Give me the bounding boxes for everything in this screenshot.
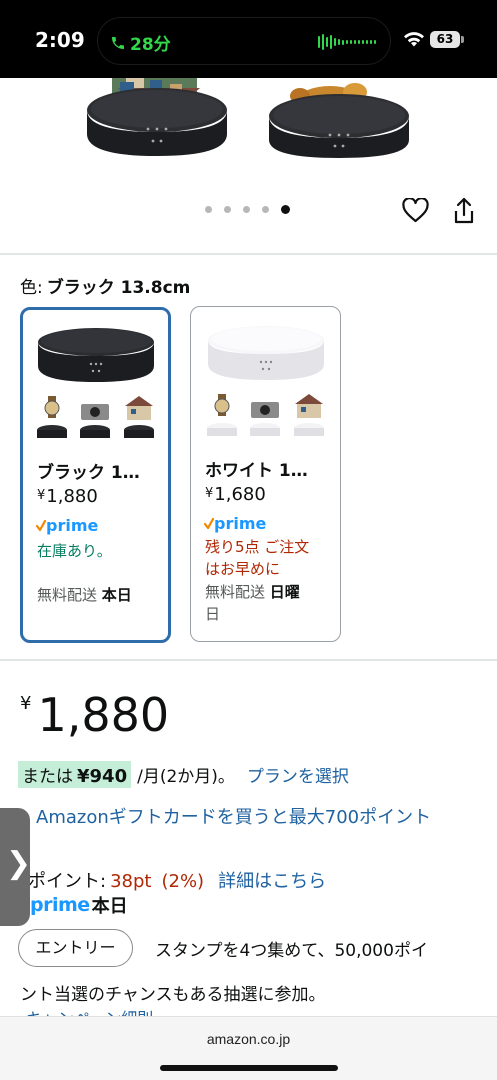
installment-row: または ¥940 /月(2か月)。 プランを選択 <box>18 761 349 788</box>
variant-price-amount: 1,880 <box>46 486 98 507</box>
variant-name: ホワイト 1… <box>205 461 308 481</box>
stock-status-line: 残り5点 ご注文 <box>205 538 310 556</box>
price-symbol: ¥ <box>20 693 32 714</box>
url-display[interactable]: amazon.co.jp <box>0 1031 497 1047</box>
call-duration: 28分 <box>130 35 171 55</box>
status-bar: 2:09 28分 63 <box>0 0 497 78</box>
prime-delivery-day: 本日 <box>91 896 128 917</box>
stock-status-line: はお早めに <box>205 560 281 578</box>
battery-tip <box>461 36 464 43</box>
dynamic-island[interactable]: 28分 <box>97 17 391 65</box>
variant-price-symbol: ¥ <box>37 488 46 503</box>
carousel-dot[interactable] <box>243 206 250 213</box>
installment-term: /月(2か月)。 <box>137 767 235 787</box>
stock-status: 在庫あり。 <box>37 542 112 560</box>
color-selector-label: 色: ブラック 13.8cm <box>20 273 190 298</box>
heart-icon[interactable] <box>402 198 429 223</box>
prime-word: prime <box>214 514 267 533</box>
entry-button[interactable]: エントリー <box>18 929 133 967</box>
points-row: ポイント: 38pt (2%) 詳細はこちら <box>28 867 326 893</box>
points-details-link[interactable]: 詳細はこちら <box>218 871 326 892</box>
shipping-day: 本日 <box>101 586 132 604</box>
select-plan-link[interactable]: プランを選択 <box>247 762 349 787</box>
installment-badge: または ¥940 <box>18 761 132 788</box>
variant-price: ¥1,880 <box>37 486 98 507</box>
carousel-dot[interactable] <box>262 206 269 213</box>
installment-amount: ¥940 <box>77 766 128 787</box>
battery-indicator: 63 <box>430 31 460 48</box>
stock-status: 残り5点 ご注文 はお早めに <box>205 536 309 580</box>
shipping-info: 無料配送 日曜 日 <box>205 581 300 625</box>
divider <box>0 659 497 661</box>
installment-prefix: または <box>22 767 73 787</box>
variant-price-symbol: ¥ <box>205 486 214 501</box>
variant-card-white[interactable]: ホワイト 1… ¥1,680 prime 残り5点 ご注文 はお早めに 無料配送… <box>190 306 341 642</box>
carousel-dot[interactable] <box>224 206 231 213</box>
color-label-prefix: 色: <box>20 278 43 298</box>
stamp-campaign-text-cont: ント当選のチャンスもある抽選に参加。 <box>20 985 326 1005</box>
prime-word: prime <box>30 894 90 916</box>
prime-word: prime <box>46 516 99 535</box>
call-indicator: 28分 <box>110 30 171 55</box>
browser-bottom-bar: amazon.co.jp <box>0 1016 497 1080</box>
main-price: ¥1,880 <box>20 688 169 742</box>
shipping-info: 無料配送 本日 <box>37 584 132 606</box>
points-percent: (2%) <box>161 871 205 892</box>
divider <box>0 253 497 255</box>
variant-price-amount: 1,680 <box>214 484 266 505</box>
carousel-dots[interactable] <box>205 205 290 214</box>
status-time: 2:09 <box>35 28 85 52</box>
shipping-label: 無料配送 <box>205 583 266 601</box>
audio-wave-icon <box>318 34 376 50</box>
price-amount: 1,880 <box>37 688 170 742</box>
carousel-dot[interactable] <box>205 206 212 213</box>
shipping-label: 無料配送 <box>37 586 98 604</box>
color-selected-value: ブラック 13.8cm <box>46 278 191 298</box>
variant-price: ¥1,680 <box>205 484 266 505</box>
shipping-day: 日曜 <box>269 583 300 601</box>
prime-delivery-row: prime 本日 <box>30 892 128 918</box>
gift-card-link[interactable]: Amazonギフトカードを買うと最大700ポイント <box>36 806 466 830</box>
chevron-right-icon: ❯ <box>6 846 32 881</box>
product-image-carousel[interactable] <box>0 78 497 253</box>
variant-name: ブラック 1… <box>37 463 140 483</box>
variant-card-black[interactable]: ブラック 1… ¥1,880 prime 在庫あり。 無料配送 本日 <box>20 307 171 643</box>
prime-logo: prime <box>203 514 267 537</box>
prime-logo: prime <box>35 516 99 539</box>
points-label: ポイント: <box>28 871 107 892</box>
variant-image-white <box>207 326 324 436</box>
points-value: 38pt <box>110 871 152 892</box>
product-image <box>87 78 409 158</box>
shipping-day-cont: 日 <box>205 605 221 623</box>
stamp-campaign-text: スタンプを4つ集めて、50,000ポイ <box>155 941 428 961</box>
phone-icon <box>112 36 124 49</box>
wifi-icon <box>404 32 424 47</box>
side-panel-toggle[interactable]: ❯ <box>0 808 32 926</box>
variant-image-black <box>37 328 154 438</box>
home-indicator[interactable] <box>160 1065 338 1071</box>
share-icon[interactable] <box>452 197 476 225</box>
carousel-dot-active[interactable] <box>281 205 290 214</box>
